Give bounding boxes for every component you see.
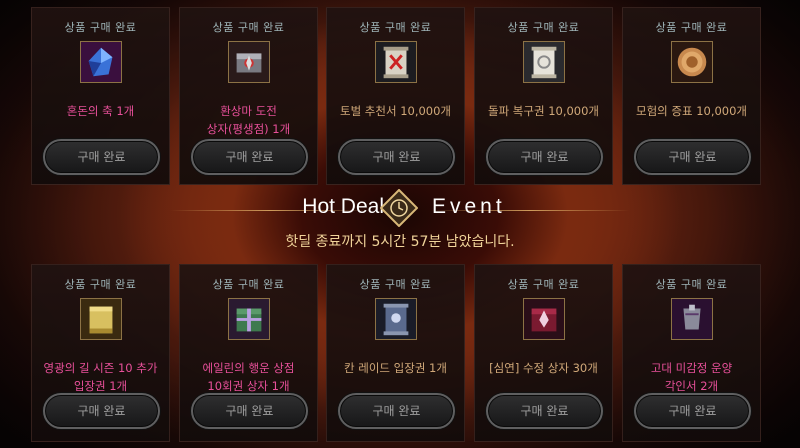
banner-title-left: Hot Deal bbox=[302, 195, 384, 218]
purchase-complete-button[interactable]: 구매 완료 bbox=[43, 139, 160, 175]
item-name: [심연] 수정 상자 30개 bbox=[489, 361, 598, 375]
product-card: 상품 구매 완료 영광의 길 시즌 10 추가 입장권 1개 구매 완료 bbox=[31, 264, 170, 442]
blue-crystal-icon bbox=[80, 41, 122, 83]
status-label: 상품 구매 완료 bbox=[507, 278, 580, 291]
product-card: 상품 구매 완료 돌파 복구권 10,000개 구매 완료 bbox=[474, 7, 613, 185]
product-card: 상품 구매 완료 칸 레이드 입장권 1개 구매 완료 bbox=[326, 264, 465, 442]
purchase-complete-button[interactable]: 구매 완료 bbox=[338, 139, 455, 175]
status-label: 상품 구매 완료 bbox=[64, 21, 137, 34]
gift-box-icon bbox=[228, 298, 270, 340]
purchase-complete-button[interactable]: 구매 완료 bbox=[191, 139, 308, 175]
product-card: 상품 구매 완료 환상마 도전 상자(평생점) 1개 구매 완료 bbox=[179, 7, 318, 185]
purchase-complete-button[interactable]: 구매 완료 bbox=[43, 393, 160, 429]
item-name: 토벌 추천서 10,000개 bbox=[339, 104, 452, 118]
item-name: 돌파 복구권 10,000개 bbox=[487, 104, 600, 118]
purchase-complete-button[interactable]: 구매 완료 bbox=[191, 393, 308, 429]
item-name: 고대 미감정 운양 각인서 2개 bbox=[650, 361, 733, 393]
status-label: 상품 구매 완료 bbox=[655, 21, 728, 34]
purchase-complete-button[interactable]: 구매 완료 bbox=[486, 393, 603, 429]
purchase-complete-button[interactable]: 구매 완료 bbox=[338, 393, 455, 429]
countdown-text: 핫딜 종료까지 5시간 57분 남았습니다. bbox=[285, 234, 515, 250]
armor-set-icon bbox=[671, 298, 713, 340]
scroll-white-icon bbox=[523, 41, 565, 83]
item-name: 환상마 도전 상자(평생점) 1개 bbox=[206, 104, 291, 136]
status-label: 상품 구매 완료 bbox=[655, 278, 728, 291]
status-label: 상품 구매 완료 bbox=[359, 278, 432, 291]
item-name: 칸 레이드 입장권 1개 bbox=[344, 361, 447, 375]
status-label: 상품 구매 완료 bbox=[359, 21, 432, 34]
purchase-complete-button[interactable]: 구매 완료 bbox=[634, 393, 751, 429]
clock-icon bbox=[379, 188, 419, 228]
gold-ticket-icon bbox=[80, 298, 122, 340]
status-label: 상품 구매 완료 bbox=[507, 21, 580, 34]
product-card: 상품 구매 완료 고대 미감정 운양 각인서 2개 구매 완료 bbox=[622, 264, 761, 442]
status-label: 상품 구매 완료 bbox=[64, 278, 137, 291]
item-name: 혼돈의 축 1개 bbox=[66, 104, 135, 118]
hot-deal-banner: Hot Deal Event 핫딜 종료까지 5시간 57분 남았습니다. bbox=[0, 185, 800, 263]
product-card: 상품 구매 완료 토벌 추천서 10,000개 구매 완료 bbox=[326, 7, 465, 185]
dark-scroll-icon bbox=[375, 298, 417, 340]
item-name: 모험의 증표 10,000개 bbox=[635, 104, 748, 118]
scroll-red-icon bbox=[375, 41, 417, 83]
product-card: 상품 구매 완료 혼돈의 축 1개 구매 완료 bbox=[31, 7, 170, 185]
purchase-complete-button[interactable]: 구매 완료 bbox=[486, 139, 603, 175]
status-label: 상품 구매 완료 bbox=[212, 278, 285, 291]
silver-box-icon bbox=[228, 41, 270, 83]
banner-title-right: Event bbox=[432, 195, 506, 218]
product-card: 상품 구매 완료 모험의 증표 10,000개 구매 완료 bbox=[622, 7, 761, 185]
gold-coin-icon bbox=[671, 41, 713, 83]
purchase-complete-button[interactable]: 구매 완료 bbox=[634, 139, 751, 175]
product-card: 상품 구매 완료 에일린의 행운 상점 10회권 상자 1개 구매 완료 bbox=[179, 264, 318, 442]
item-name: 에일린의 행운 상점 10회권 상자 1개 bbox=[202, 361, 295, 393]
status-label: 상품 구매 완료 bbox=[212, 21, 285, 34]
product-card: 상품 구매 완료 [심연] 수정 상자 30개 구매 완료 bbox=[474, 264, 613, 442]
item-name: 영광의 길 시즌 10 추가 입장권 1개 bbox=[43, 361, 158, 393]
crystal-box-icon bbox=[523, 298, 565, 340]
